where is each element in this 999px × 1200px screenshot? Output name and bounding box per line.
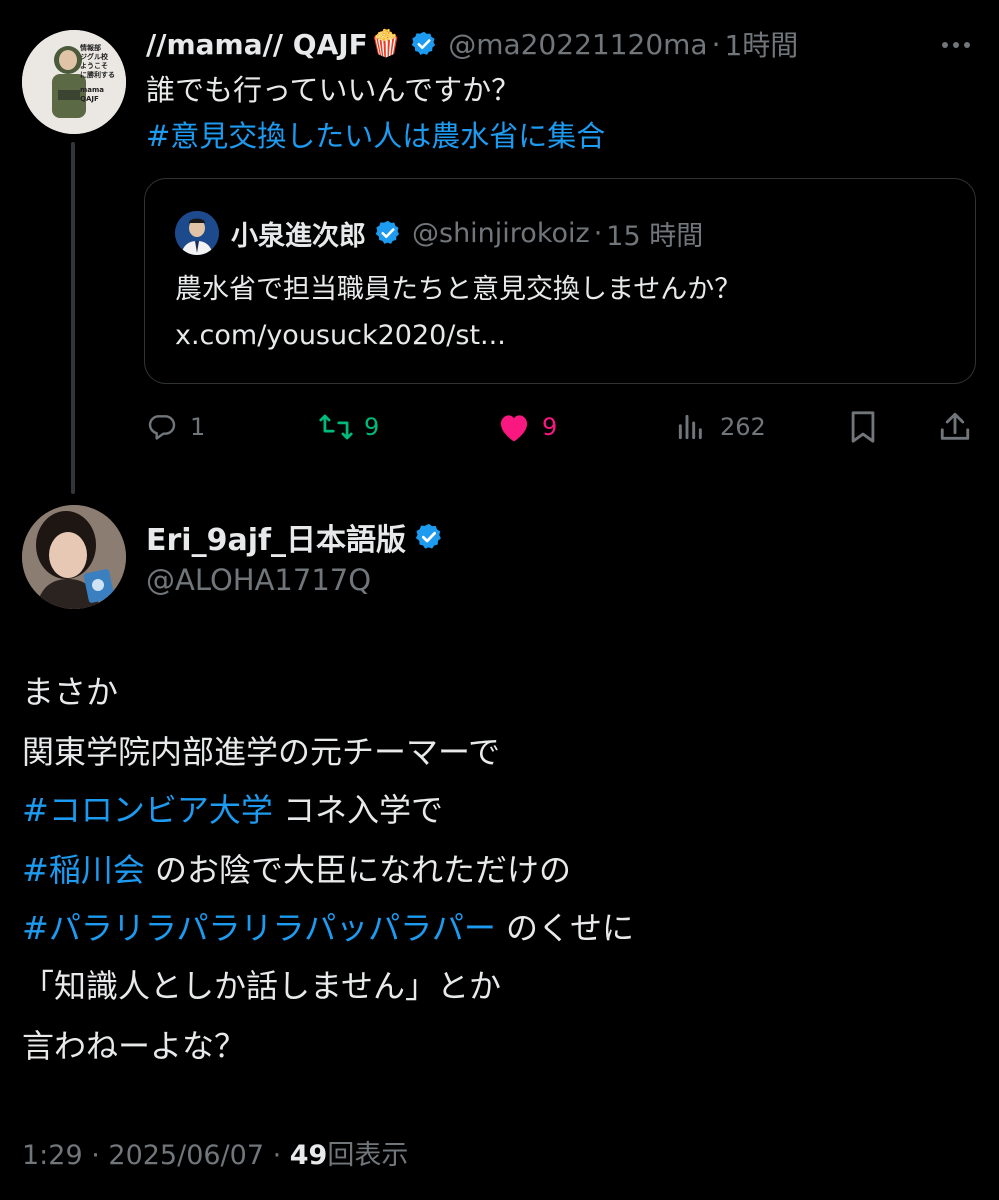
like-count: 9	[542, 413, 558, 441]
tweet2-meta: 1:29 · 2025/06/07 · 49回表示	[22, 1136, 408, 1176]
tweet2-line-2: 関東学院内部進学の元チーマーで	[22, 733, 501, 771]
quote-display-name[interactable]: 小泉進次郎	[231, 214, 366, 253]
views-count: 262	[720, 413, 766, 441]
tweet1-header: //mama// QAJF 🍿 @ma20221120ma · 1時間	[146, 24, 798, 64]
tweet2-views-label: 回表示	[327, 1140, 409, 1171]
more-icon	[942, 42, 970, 48]
verified-icon	[375, 220, 400, 244]
tweet2-time[interactable]: 1:29	[22, 1140, 83, 1171]
like-button[interactable]: 9	[496, 405, 557, 449]
tweet2-display-name[interactable]: Eri_9ajf_日本語版	[146, 515, 406, 559]
views-icon	[678, 414, 702, 440]
reply-button[interactable]: 1	[146, 405, 205, 449]
quote-separator: ·	[593, 217, 603, 249]
avatar-text-5: mama	[80, 86, 105, 94]
meta-separator-2: ·	[264, 1140, 290, 1171]
tweet2-header: Eri_9ajf_日本語版	[146, 516, 444, 558]
share-button[interactable]	[938, 405, 972, 449]
tweet2-line-3: #コロンビア大学 コネ入学で	[22, 790, 443, 830]
avatar-eri[interactable]	[22, 505, 126, 609]
avatar-text-1: 情報部	[80, 44, 101, 52]
avatar-text-4: に勝利する	[80, 71, 115, 79]
quote-handle[interactable]: @shinjirokoiz	[412, 218, 590, 249]
meta-separator-1: ·	[82, 1140, 109, 1171]
views-button[interactable]: 262	[676, 405, 766, 449]
tweet2-line-1: まさか	[22, 673, 119, 711]
retweet-button[interactable]: 9	[318, 405, 379, 449]
avatar-text-6: QAJF	[80, 95, 99, 103]
avatar-koizumi[interactable]	[175, 211, 219, 255]
avatar-koizumi-image	[175, 211, 219, 255]
quoted-tweet[interactable]: 小泉進次郎 @shinjirokoiz · 15 時間 農水省で担当職員たちと意…	[144, 178, 976, 384]
tweet2-line-5-text: のくせに	[495, 909, 635, 947]
tweet2-line-4: #稲川会 のお陰で大臣になれただけの	[22, 850, 571, 890]
hashtag-pararira[interactable]: #パラリラパラリラパッパラパー	[22, 909, 496, 947]
share-icon	[940, 412, 970, 440]
tweet1-text: 誰でも行っていいんですか？	[146, 73, 521, 107]
avatar-text-2: ジグル校	[80, 53, 108, 61]
retweet-count: 9	[364, 413, 380, 441]
reply-icon	[148, 415, 176, 440]
quote-text: 農水省で担当職員たちと意見交換しませんか？	[175, 274, 742, 305]
reply-count: 1	[190, 413, 206, 441]
thread-connector-line	[71, 142, 75, 494]
tweet2-line-5: #パラリラパラリラパッパラパー のくせに	[22, 908, 634, 948]
more-button[interactable]	[936, 28, 976, 62]
tweet1-handle[interactable]: @ma20221120ma	[448, 28, 707, 61]
tweet1-hashtag[interactable]: #意見交換したい人は農水省に集合	[146, 116, 605, 156]
hashtag-columbia[interactable]: #コロンビア大学	[22, 791, 273, 829]
tweet1-separator: ·	[711, 27, 721, 61]
tweet2-line-7: 言わねーよな？	[22, 1027, 247, 1065]
bookmark-button[interactable]	[848, 405, 878, 449]
tweet2-date[interactable]: 2025/06/07	[108, 1140, 264, 1171]
bookmark-icon	[851, 411, 875, 443]
quote-time[interactable]: 15 時間	[606, 214, 703, 253]
tweet2-views-count: 49	[289, 1140, 328, 1171]
tweet2-line-6: 「知識人としか話しません」とか	[22, 967, 502, 1005]
retweet-icon	[319, 414, 353, 440]
popcorn-emoji: 🍿	[369, 29, 403, 59]
hashtag-inagawakai[interactable]: #稲川会	[22, 851, 145, 889]
like-icon	[500, 415, 528, 442]
tweet2-line-3-text: コネ入学で	[272, 791, 444, 829]
avatar-mama[interactable]: 情報部 ジグル校 ようこそ に勝利する mama QAJF	[22, 30, 126, 134]
quote-header: 小泉進次郎 @shinjirokoiz · 15 時間	[231, 211, 703, 255]
tweet2-line-4-text: のお陰で大臣になれただけの	[144, 851, 572, 889]
verified-icon	[411, 31, 436, 55]
avatar-text-3: ようこそ	[80, 62, 108, 70]
verified-icon	[415, 523, 441, 549]
avatar-eri-image	[22, 505, 126, 609]
tweet1-time[interactable]: 1時間	[724, 24, 798, 64]
quote-link[interactable]: x.com/yousuck2020/st...	[175, 317, 506, 355]
tweet1-display-name[interactable]: //mama// QAJF	[146, 28, 368, 61]
tweet2-handle[interactable]: @ALOHA1717Q	[146, 560, 371, 600]
